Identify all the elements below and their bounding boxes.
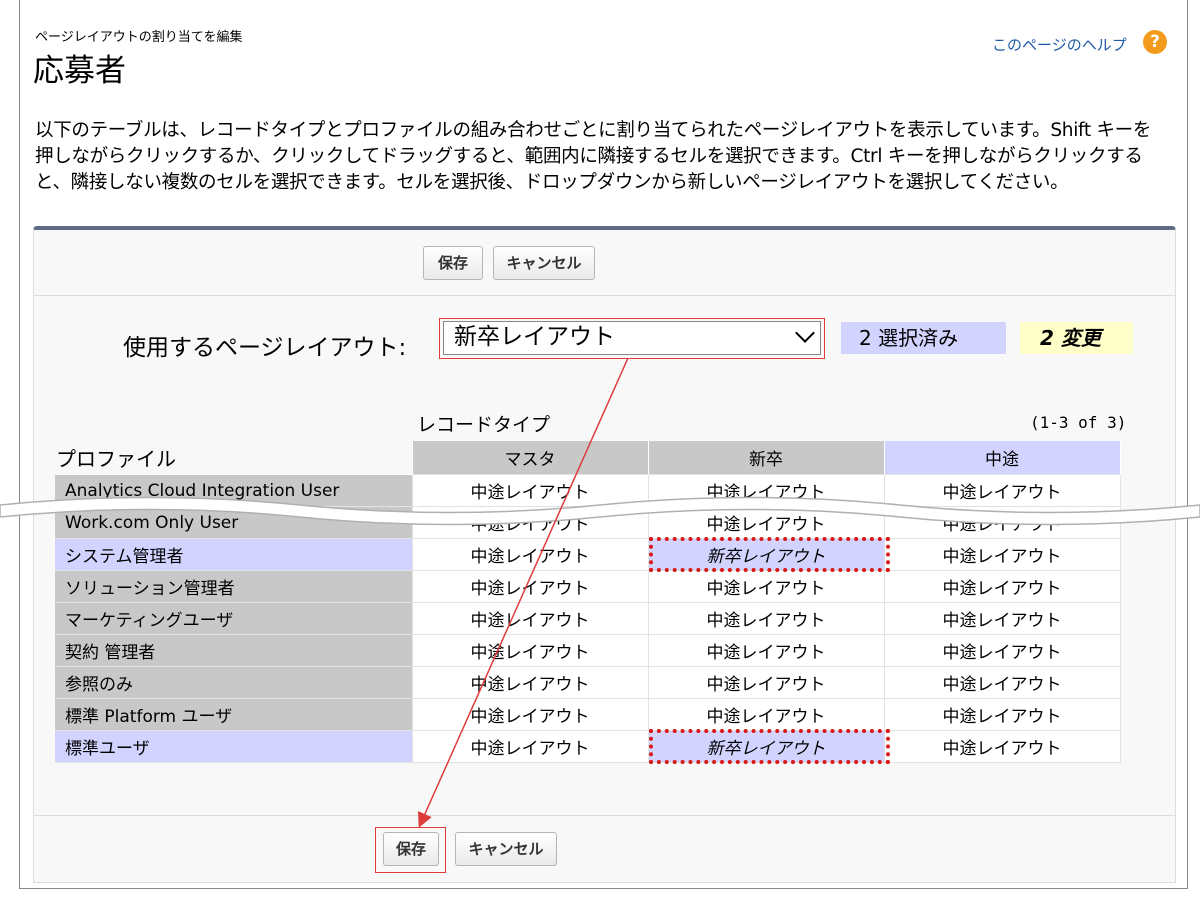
column-header-master[interactable]: マスタ: [411, 441, 649, 475]
profile-name[interactable]: 標準 Platform ユーザ: [55, 698, 413, 731]
breadcrumb: ページレイアウトの割り当てを編集: [35, 30, 243, 45]
changed-cell-marker: [648, 729, 890, 764]
table-row: ソリューション管理者 中途レイアウト 中途レイアウト 中途レイアウト: [55, 570, 1121, 603]
select-annotation-box: [439, 318, 825, 359]
selected-count-badge: 2 選択済み: [841, 322, 1006, 354]
layout-select-label: 使用するページレイアウト:: [123, 335, 407, 361]
layout-cell[interactable]: 中途レイアウト: [647, 634, 885, 667]
layout-cell[interactable]: 中途レイアウト: [411, 698, 649, 731]
layout-cell-changed[interactable]: 新卒レイアウト: [647, 729, 890, 764]
profile-name[interactable]: 契約 管理者: [55, 634, 413, 667]
profile-column-header: プロファイル: [55, 441, 412, 475]
table-row: 契約 管理者 中途レイアウト 中途レイアウト 中途レイアウト: [55, 634, 1121, 667]
layout-cell[interactable]: 中途レイアウト: [647, 666, 885, 699]
page-title: 応募者: [33, 53, 126, 89]
table-row: マーケティングユーザ 中途レイアウト 中途レイアウト 中途レイアウト: [55, 602, 1121, 635]
layout-cell[interactable]: 中途レイアウト: [411, 538, 649, 571]
column-header-new-grad[interactable]: 新卒: [647, 441, 885, 475]
cancel-button-top[interactable]: キャンセル: [493, 246, 595, 280]
changed-count-badge: 2 変更: [1020, 322, 1133, 354]
help-icon[interactable]: ?: [1143, 30, 1167, 54]
table-row: 参照のみ 中途レイアウト 中途レイアウト 中途レイアウト: [55, 666, 1121, 699]
layout-cell[interactable]: 中途レイアウト: [411, 602, 649, 635]
layout-cell[interactable]: 中途レイアウト: [411, 730, 649, 763]
layout-cell[interactable]: 中途レイアウト: [411, 666, 649, 699]
profile-column-label: プロファイル: [56, 447, 176, 471]
layout-cell[interactable]: 中途レイアウト: [647, 570, 885, 603]
layout-cell[interactable]: 中途レイアウト: [883, 634, 1121, 667]
save-button-top[interactable]: 保存: [423, 246, 483, 280]
table-row: 標準ユーザ 中途レイアウト 新卒レイアウト 中途レイアウト: [55, 729, 1121, 764]
save-annotation-box: [375, 827, 446, 873]
layout-cell[interactable]: 中途レイアウト: [411, 634, 649, 667]
profile-name[interactable]: マーケティングユーザ: [55, 602, 413, 635]
layout-cell[interactable]: 中途レイアウト: [411, 570, 649, 603]
column-header-mid-career[interactable]: 中途: [883, 441, 1121, 475]
layout-cell[interactable]: 中途レイアウト: [647, 698, 885, 731]
layout-cell[interactable]: 中途レイアウト: [883, 570, 1121, 603]
layout-cell[interactable]: 中途レイアウト: [883, 666, 1121, 699]
layout-cell[interactable]: 中途レイアウト: [883, 602, 1121, 635]
profile-name[interactable]: ソリューション管理者: [55, 570, 413, 603]
record-count: (1-3 of 3): [1030, 413, 1127, 432]
layout-assignment-table: プロファイル マスタ 新卒 中途 Analytics Cloud Integra…: [55, 441, 1121, 764]
layout-cell[interactable]: 中途レイアウト: [883, 698, 1121, 731]
profile-name[interactable]: システム管理者: [55, 538, 413, 571]
help-link[interactable]: このページのヘルプ: [992, 34, 1127, 55]
divider: [34, 295, 1175, 296]
table-row: システム管理者 中途レイアウト 新卒レイアウト 中途レイアウト: [55, 537, 1121, 572]
changed-cell-marker: [648, 537, 890, 572]
layout-cell[interactable]: 中途レイアウト: [883, 538, 1121, 571]
profile-name[interactable]: 参照のみ: [55, 666, 413, 699]
divider: [34, 815, 1175, 816]
page-description: 以下のテーブルは、レコードタイプとプロファイルの組み合わせごとに割り当てられたペ…: [35, 120, 1152, 193]
cancel-button-bottom[interactable]: キャンセル: [455, 832, 557, 866]
layout-cell[interactable]: 中途レイアウト: [647, 602, 885, 635]
table-row: 標準 Platform ユーザ 中途レイアウト 中途レイアウト 中途レイアウト: [55, 698, 1121, 731]
layout-cell-changed[interactable]: 新卒レイアウト: [647, 537, 890, 572]
record-type-label: レコードタイプ: [417, 414, 551, 436]
layout-cell[interactable]: 中途レイアウト: [883, 730, 1121, 763]
content-break-wave: [0, 496, 1200, 526]
profile-name[interactable]: 標準ユーザ: [55, 730, 413, 763]
